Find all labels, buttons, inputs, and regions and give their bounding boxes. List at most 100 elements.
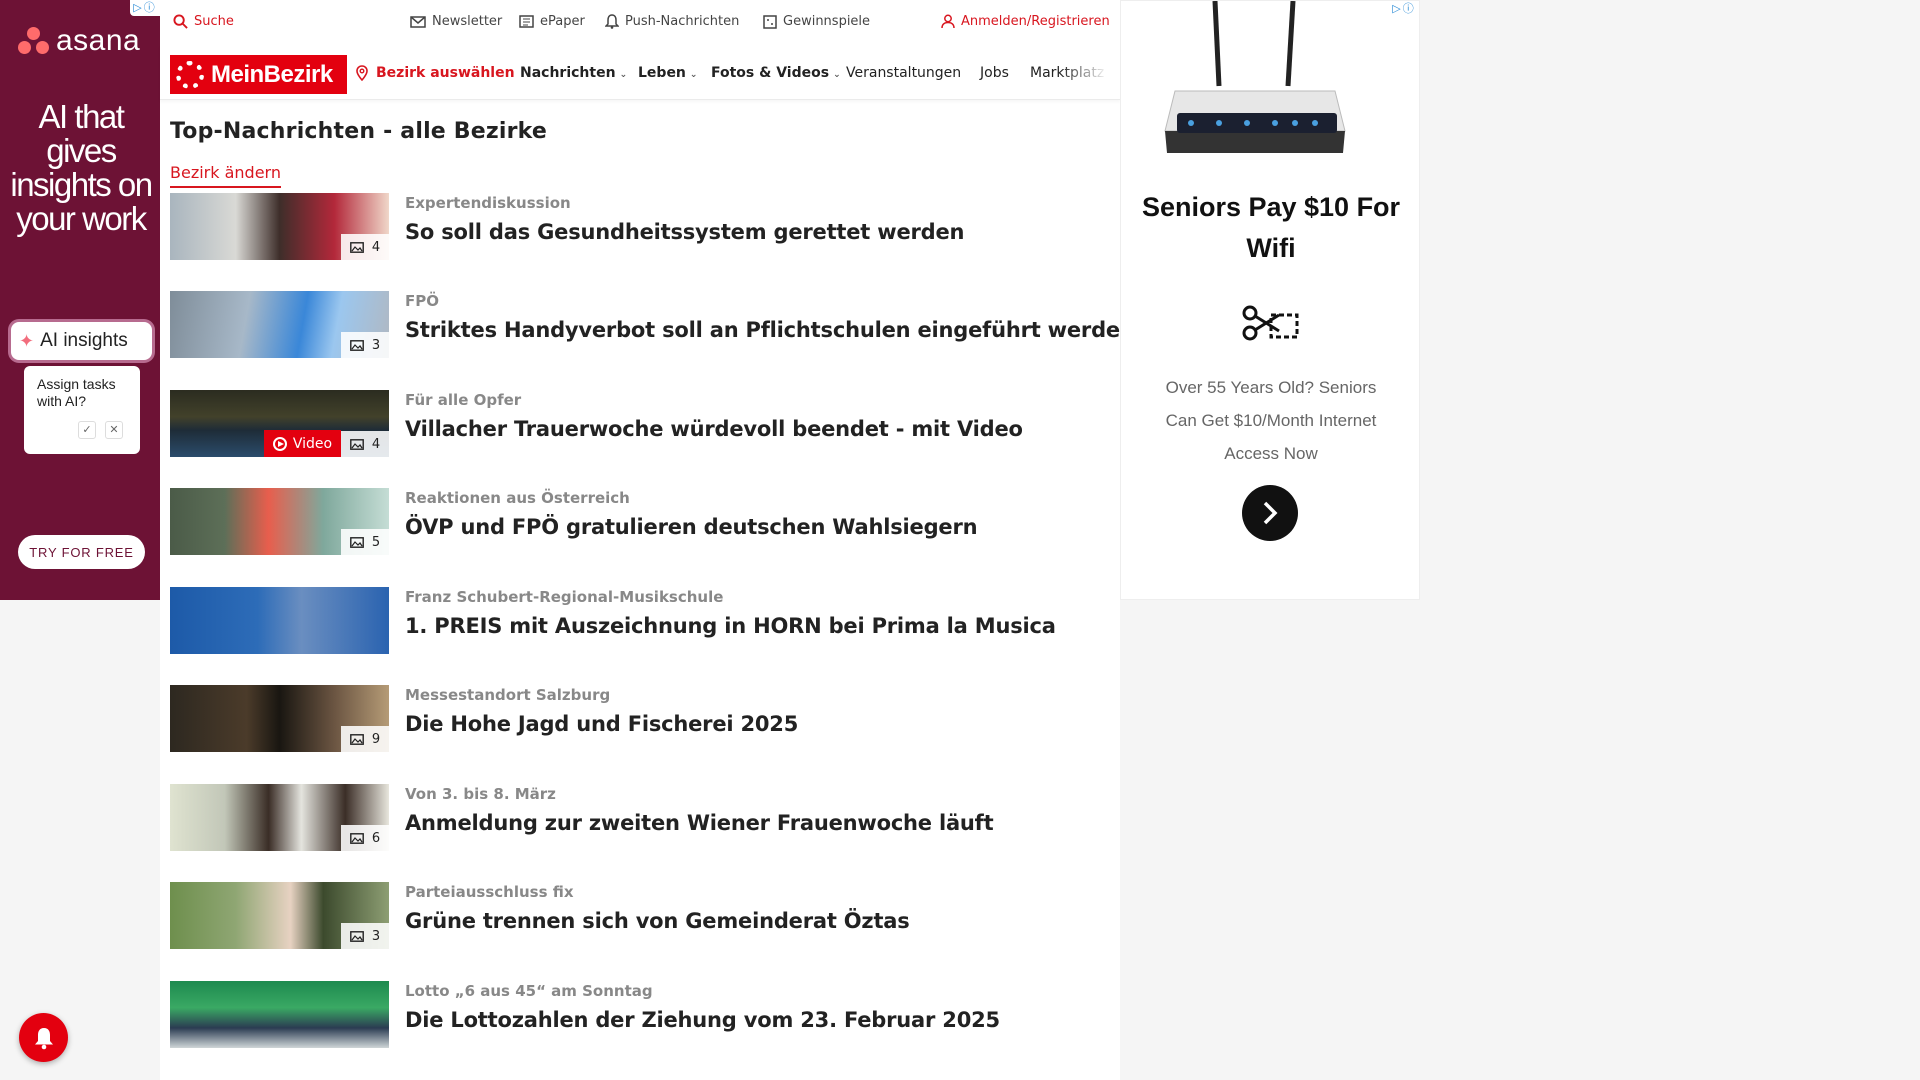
image-count-badge: 4 xyxy=(341,234,389,260)
ai-insights-label: AI insights xyxy=(40,330,128,351)
image-icon xyxy=(349,241,364,253)
newsletter-label: Newsletter xyxy=(432,14,503,29)
login-label: Anmelden/Registrieren xyxy=(961,14,1110,29)
article-item[interactable]: 3 FPÖ Striktes Handyverbot soll an Pflic… xyxy=(170,291,1135,359)
gewinnspiele-label: Gewinnspiele xyxy=(783,14,871,29)
article-thumbnail[interactable]: 3 xyxy=(170,291,389,358)
bezirk-select-button[interactable]: Bezirk auswählen xyxy=(356,65,515,81)
image-count: 6 xyxy=(371,830,381,846)
image-count-badge: 3 xyxy=(341,923,389,949)
nav-jobs-label: Jobs xyxy=(980,65,1009,81)
newspaper-icon xyxy=(519,15,534,28)
article-item[interactable]: 4 Expertendiskussion So soll das Gesundh… xyxy=(170,193,1110,261)
article-item[interactable]: 3 Parteiausschluss fix Grüne trennen sic… xyxy=(170,882,1110,950)
nav-fotos-videos-label: Fotos & Videos xyxy=(711,65,830,81)
try-for-free-button[interactable]: TRY FOR FREE xyxy=(18,535,145,569)
article-thumbnail[interactable] xyxy=(170,981,389,1048)
nav-leben[interactable]: Leben ⌄ xyxy=(638,65,697,81)
image-count: 4 xyxy=(371,239,381,255)
assign-tasks-card: Assign tasks with AI? ✓ ✕ xyxy=(24,366,140,454)
article-kicker: Expertendiskussion xyxy=(405,194,571,212)
article-item[interactable]: Lotto „6 aus 45“ am Sonntag Die Lottozah… xyxy=(170,981,1110,1049)
search-link[interactable]: Suche xyxy=(173,14,234,29)
top-utility-bar: Suche Newsletter ePaper Push-Nachrichten… xyxy=(160,0,1120,45)
gewinnspiele-link[interactable]: Gewinnspiele xyxy=(763,14,870,29)
nav-veranstaltungen-label: Veranstaltungen xyxy=(846,65,962,81)
play-icon xyxy=(272,436,287,451)
article-kicker: Parteiausschluss fix xyxy=(405,883,574,901)
article-item[interactable]: 6 Von 3. bis 8. März Anmeldung zur zweit… xyxy=(170,784,1110,852)
bell-icon xyxy=(605,14,619,29)
image-count: 5 xyxy=(371,534,381,550)
epaper-label: ePaper xyxy=(540,14,585,29)
notification-bell-button[interactable] xyxy=(19,1013,68,1062)
image-count-badge: 9 xyxy=(341,726,389,752)
article-headline[interactable]: Anmeldung zur zweiten Wiener Frauenwoche… xyxy=(405,811,994,835)
article-headline[interactable]: So soll das Gesundheitssystem gerettet w… xyxy=(405,220,964,244)
image-icon xyxy=(349,438,364,450)
meinbezirk-logo[interactable]: MeinBezirk xyxy=(170,55,347,94)
article-item[interactable]: Franz Schubert-Regional-Musikschule 1. P… xyxy=(170,587,1110,655)
adchoices-icon[interactable]: ▷ⓘ xyxy=(1389,1,1419,17)
article-thumbnail[interactable]: Video 4 xyxy=(170,390,389,457)
ad-next-button[interactable] xyxy=(1242,485,1298,541)
image-icon xyxy=(349,832,364,844)
article-headline[interactable]: Die Hohe Jagd und Fischerei 2025 xyxy=(405,712,798,736)
chevron-down-icon: ⌄ xyxy=(619,70,628,80)
asana-ad[interactable]: ▷ⓘ asana AI that gives insights on your … xyxy=(0,0,160,600)
image-count-badge: 5 xyxy=(341,529,389,555)
assign-tasks-text: Assign tasks with AI? xyxy=(37,376,116,409)
article-headline[interactable]: Striktes Handyverbot soll an Pflichtschu… xyxy=(405,318,1135,342)
scissors-icon xyxy=(1242,305,1299,341)
article-headline[interactable]: Villacher Trauerwoche würdevoll beendet … xyxy=(405,417,1023,441)
logo-gear-icon xyxy=(176,60,204,89)
article-headline[interactable]: Grüne trennen sich von Gemeinderat Öztas xyxy=(405,909,910,933)
newsletter-link[interactable]: Newsletter xyxy=(410,14,502,29)
nav-nachrichten[interactable]: Nachrichten ⌄ xyxy=(520,65,627,81)
asana-logo: asana xyxy=(18,24,140,58)
image-icon xyxy=(349,733,364,745)
login-link[interactable]: Anmelden/Registrieren xyxy=(941,14,1110,29)
ad-body-text: Over 55 Years Old? Seniors Can Get $10/M… xyxy=(1165,378,1377,463)
wifi-ad[interactable]: ▷ⓘ Seniors Pay $10 For Wifi Over 55 Year… xyxy=(1120,0,1420,600)
article-thumbnail[interactable]: 6 xyxy=(170,784,389,851)
image-count-badge: 4 xyxy=(341,431,389,457)
article-kicker: Reaktionen aus Österreich xyxy=(405,489,630,507)
gift-icon xyxy=(763,14,777,29)
user-icon xyxy=(941,14,955,29)
bezirk-aendern-link[interactable]: Bezirk ändern xyxy=(170,163,281,188)
epaper-link[interactable]: ePaper xyxy=(519,14,585,29)
article-kicker: Für alle Opfer xyxy=(405,391,522,409)
nav-fotos-videos[interactable]: Fotos & Videos ⌄ xyxy=(711,65,841,81)
image-icon xyxy=(349,930,364,942)
article-thumbnail[interactable]: 5 xyxy=(170,488,389,555)
ai-insights-pill: ✦ AI insights xyxy=(11,322,152,360)
article-thumbnail[interactable] xyxy=(170,587,389,654)
article-thumbnail[interactable]: 3 xyxy=(170,882,389,949)
main-content: Suche Newsletter ePaper Push-Nachrichten… xyxy=(160,0,1135,1080)
article-item[interactable]: 5 Reaktionen aus Österreich ÖVP und FPÖ … xyxy=(170,488,1110,556)
article-item[interactable]: Video 4 Für alle Opfer Villacher Trauerw… xyxy=(170,390,1110,458)
search-label: Suche xyxy=(194,14,234,29)
article-headline[interactable]: ÖVP und FPÖ gratulieren deutschen Wahlsi… xyxy=(405,515,978,539)
check-icon: ✓ xyxy=(78,421,96,439)
nav-leben-label: Leben xyxy=(638,65,686,81)
chevron-down-icon: ⌄ xyxy=(689,70,698,80)
image-count-badge: 3 xyxy=(341,332,389,358)
adchoices-icon[interactable]: ▷ⓘ xyxy=(130,0,160,16)
article-item[interactable]: 9 Messestandort Salzburg Die Hohe Jagd u… xyxy=(170,685,1110,753)
article-headline[interactable]: 1. PREIS mit Auszeichnung in HORN bei Pr… xyxy=(405,614,1056,638)
logo-text: MeinBezirk xyxy=(211,60,333,88)
nav-jobs[interactable]: Jobs xyxy=(980,65,1009,81)
article-headline[interactable]: Die Lottozahlen der Ziehung vom 23. Febr… xyxy=(405,1008,1000,1032)
nav-veranstaltungen[interactable]: Veranstaltungen xyxy=(846,65,961,81)
asana-brand-text: asana xyxy=(56,24,141,57)
article-thumbnail[interactable]: 9 xyxy=(170,685,389,752)
mail-icon xyxy=(410,15,426,28)
router-image xyxy=(1164,1,1346,153)
ad-headline: AI that gives insights on your work xyxy=(10,98,153,237)
article-thumbnail[interactable]: 4 xyxy=(170,193,389,260)
image-count: 3 xyxy=(371,928,381,944)
bezirk-select-label: Bezirk auswählen xyxy=(376,65,515,81)
push-notifications-link[interactable]: Push-Nachrichten xyxy=(605,14,739,29)
